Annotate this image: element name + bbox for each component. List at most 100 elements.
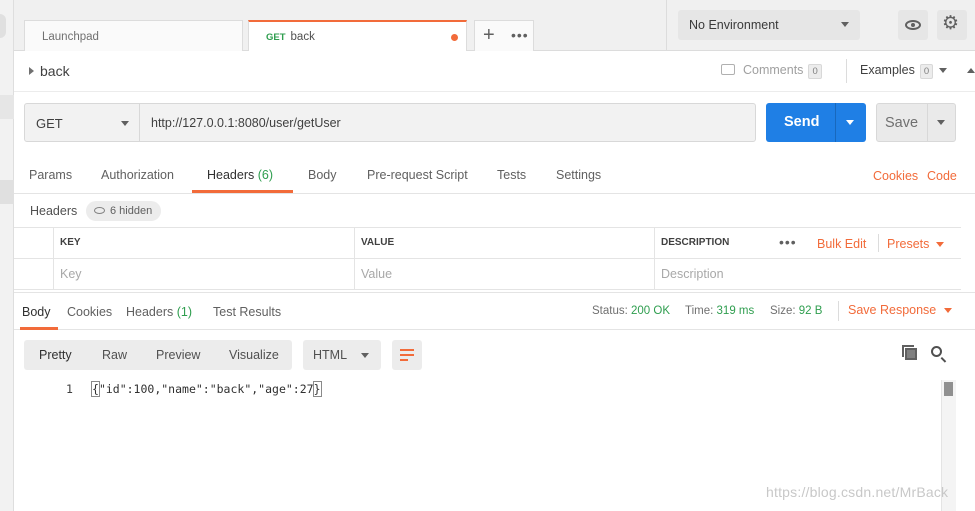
tab-pre-request-script[interactable]: Pre-request Script [367, 168, 468, 182]
divider [927, 104, 928, 141]
table-options-icon[interactable]: ••• [779, 234, 797, 250]
response-tabs: Body Cookies Headers (1) Test Results St… [14, 292, 975, 330]
response-view-bar: Pretty Raw Preview Visualize HTML [14, 330, 975, 380]
tab-authorization[interactable]: Authorization [101, 168, 174, 182]
size-value: 92 B [798, 305, 823, 317]
tab-body[interactable]: Body [308, 168, 337, 182]
caret-right-icon[interactable] [29, 67, 34, 75]
manage-environments-button[interactable]: ⚙ [937, 10, 967, 40]
response-tab-cookies[interactable]: Cookies [67, 305, 112, 319]
key-column-header: KEY [54, 228, 355, 258]
examples-label: Examples [860, 63, 915, 77]
tab-title: back [290, 31, 315, 43]
view-visualize-button[interactable]: Visualize [229, 348, 279, 362]
tab-params[interactable]: Params [29, 168, 72, 182]
comments-button[interactable]: Comments 0 [721, 63, 822, 79]
tab-label: GET back [266, 31, 315, 43]
comment-icon [721, 64, 735, 75]
tab-bar: Launchpad GET back + ••• No Environment ⚙ [14, 0, 975, 51]
examples-button[interactable]: Examples 0 [860, 63, 948, 79]
tab-more-icon[interactable]: ••• [511, 27, 529, 43]
save-options-chevron-down-icon[interactable] [937, 120, 945, 125]
scrollbar-thumb[interactable] [944, 382, 953, 396]
description-column-header: DESCRIPTION [661, 237, 730, 248]
chevron-down-icon [936, 242, 945, 247]
line-number: 1 [66, 382, 73, 396]
divider [666, 0, 667, 51]
divider [878, 234, 879, 252]
sidebar-toggle[interactable] [0, 14, 6, 38]
search-icon[interactable] [931, 346, 942, 357]
sidebar-item[interactable] [0, 95, 14, 119]
wrap-lines-button[interactable] [392, 340, 422, 370]
wrap-icon [400, 349, 414, 351]
url-input[interactable] [139, 103, 756, 142]
view-mode-group: Pretty Raw Preview Visualize [24, 340, 292, 370]
send-button[interactable]: Send [766, 103, 866, 142]
save-response-dropdown[interactable]: Save Response [848, 303, 953, 317]
size-readout: Size: 92 B [770, 305, 823, 317]
headers-count: (6) [257, 168, 274, 182]
headers-bar: Headers 6 hidden [14, 194, 975, 227]
tab-launchpad[interactable]: Launchpad [24, 20, 243, 51]
method-value: GET [36, 116, 63, 131]
tab-get-back[interactable]: GET back [248, 20, 467, 51]
tab-headers[interactable]: Headers (6) [207, 168, 273, 182]
tab-label: Headers [207, 168, 255, 182]
close-brace: } [312, 381, 322, 397]
hidden-headers-toggle[interactable]: 6 hidden [86, 201, 162, 221]
chevron-down-icon [841, 22, 849, 27]
key-input[interactable]: Key [54, 259, 355, 289]
presets-dropdown[interactable]: Presets [887, 237, 945, 251]
row-checkbox[interactable] [14, 259, 54, 289]
environment-quick-look-button[interactable] [898, 10, 928, 40]
table-row: Key Value Description [14, 259, 961, 290]
comments-count: 0 [808, 64, 822, 79]
chevron-down-icon [944, 308, 953, 313]
environment-value: No Environment [689, 18, 779, 32]
chevron-down-icon [939, 68, 948, 73]
cookies-link[interactable]: Cookies [873, 169, 918, 183]
save-button[interactable]: Save [876, 103, 956, 142]
table-header-row: KEY VALUE DESCRIPTION ••• Bulk Edit Pres… [14, 228, 961, 259]
examples-count: 0 [919, 64, 934, 79]
response-headers-count: (1) [176, 305, 193, 319]
send-options-chevron-down-icon[interactable] [846, 120, 854, 125]
url-bar: GET Send Save [14, 91, 975, 153]
tab-actions: + ••• [474, 20, 534, 51]
response-tab-body[interactable]: Body [22, 305, 51, 319]
view-raw-button[interactable]: Raw [102, 348, 127, 362]
eye-icon [905, 20, 921, 30]
description-input[interactable]: Description [655, 259, 961, 289]
tab-label: Headers [126, 305, 174, 319]
chevron-up-icon[interactable] [967, 68, 975, 73]
format-select[interactable]: HTML [303, 340, 381, 370]
response-tab-test-results[interactable]: Test Results [213, 305, 281, 319]
active-tab-indicator [192, 190, 293, 193]
view-pretty-button[interactable]: Pretty [39, 348, 72, 362]
time-value: 319 ms [716, 305, 755, 317]
divider [846, 59, 847, 83]
method-select[interactable]: GET [24, 103, 140, 142]
sidebar-item[interactable] [0, 180, 14, 204]
send-label: Send [784, 114, 820, 130]
copy-icon[interactable] [902, 345, 917, 360]
response-tab-headers[interactable]: Headers (1) [126, 305, 192, 319]
headers-title: Headers [30, 204, 78, 218]
code-line: {"id":100,"name":"back","age":27} [91, 381, 322, 397]
environment-select[interactable]: No Environment [678, 10, 860, 40]
tab-tests[interactable]: Tests [497, 168, 526, 182]
unsaved-dot-icon [451, 34, 458, 41]
format-value: HTML [313, 348, 348, 362]
view-preview-button[interactable]: Preview [156, 348, 200, 362]
new-tab-plus-icon[interactable]: + [483, 25, 495, 45]
bulk-edit-link[interactable]: Bulk Edit [817, 237, 866, 251]
request-tabs: Params Authorization Headers (6) Body Pr… [14, 153, 975, 194]
tab-settings[interactable]: Settings [556, 168, 601, 182]
value-input[interactable]: Value [355, 259, 655, 289]
code-link[interactable]: Code [927, 169, 957, 183]
sidebar-edge [0, 0, 14, 511]
request-name[interactable]: back [40, 63, 70, 79]
headers-table: KEY VALUE DESCRIPTION ••• Bulk Edit Pres… [14, 227, 961, 290]
request-header: back Comments 0 Examples 0 [14, 51, 975, 91]
